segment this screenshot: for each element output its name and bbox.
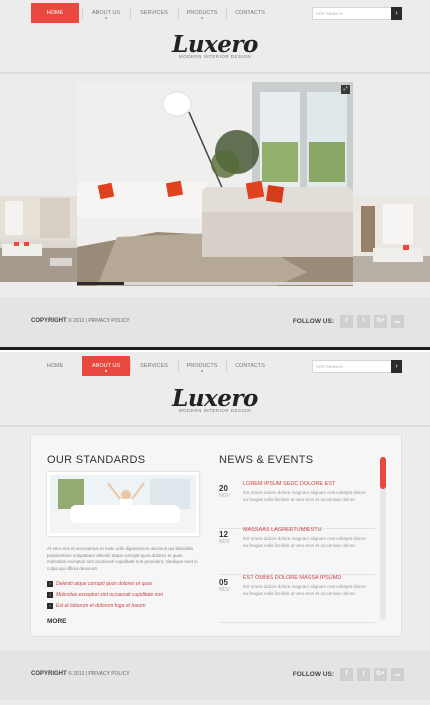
nav-about-us[interactable]: ABOUT US <box>82 356 130 376</box>
footer-1: COPYRIGHT © 2013 | PRIVACY POLICY FOLLOW… <box>0 297 430 347</box>
living-room-image <box>0 196 77 282</box>
google-plus-icon[interactable]: G+ <box>374 668 387 681</box>
nav-products[interactable]: PRODUCTS <box>178 356 226 376</box>
copyright: COPYRIGHT © 2013 | PRIVACY POLICY <box>31 318 130 324</box>
search-button[interactable]: › <box>391 7 402 20</box>
news-scrollbar[interactable] <box>380 457 386 620</box>
news-text: Est omnis dolore dolore magnam aliquam e… <box>243 490 366 502</box>
list-item-link[interactable]: Est et laborum et dolorum fuga et harum <box>56 603 146 609</box>
news-day: 20 <box>219 484 228 493</box>
top-nav-2: HOME ABOUT US SERVICES PRODUCTS CONTACTS… <box>0 356 430 376</box>
page-divider-light <box>0 350 430 352</box>
privacy-policy-link[interactable]: © 2013 | PRIVACY POLICY <box>68 318 130 324</box>
bullet-icon: › <box>47 581 53 587</box>
standards-list: › Deleniti atque corrupti quos dolores et… <box>47 580 207 613</box>
woman-relaxing-image <box>50 475 196 533</box>
header-divider <box>0 425 430 427</box>
news-month: NOV <box>219 587 230 593</box>
slider-progress-fill <box>77 282 124 285</box>
copyright: COPYRIGHT © 2013 | PRIVACY POLICY <box>31 671 130 677</box>
copyright-label: COPYRIGHT <box>31 671 67 677</box>
news-title[interactable]: EST OMNIS DOLORE MASSA IPSUMD <box>243 575 341 581</box>
top-nav-1: HOME ABOUT US SERVICES PRODUCTS CONTACTS… <box>0 3 430 23</box>
facebook-icon[interactable]: f <box>340 668 353 681</box>
bullet-icon: › <box>47 603 53 609</box>
logo-tagline: MODERN INTERIOR DESIGN <box>178 54 252 59</box>
slide-prev-image[interactable] <box>0 196 77 282</box>
news-day: 05 <box>219 578 228 587</box>
news-item[interactable]: 05 NOV EST OMNIS DOLORE MASSA IPSUMD Est… <box>219 575 375 623</box>
nav-about-us[interactable]: ABOUT US <box>82 3 130 23</box>
news-day: 12 <box>219 530 228 539</box>
search-input[interactable]: SITE SEARCH <box>312 360 392 373</box>
slide-next-image[interactable] <box>353 196 430 282</box>
bedroom-image <box>353 196 430 282</box>
twitter-icon[interactable]: t <box>357 315 370 328</box>
search-button[interactable]: › <box>391 360 402 373</box>
news-date: 20 NOV <box>219 484 235 499</box>
nav-services[interactable]: SERVICES <box>130 356 178 376</box>
rss-icon[interactable]: rss <box>391 668 404 681</box>
news-date: 05 NOV <box>219 578 235 593</box>
news-title[interactable]: MASSAAS LAGREETUMIESTU <box>243 527 322 533</box>
search-input[interactable]: SITE SEARCH <box>312 7 392 20</box>
follow-us-label: FOLLOW US: <box>292 671 334 678</box>
interior-photo <box>77 82 353 286</box>
news-item[interactable]: 20 NOV LOREM IPSUM SEDC DOLORE EST Est o… <box>219 481 375 529</box>
list-item[interactable]: › Est et laborum et dolorum fuga et harum <box>47 602 207 613</box>
standards-paragraph: At vero eos et accusamus et iusto odio d… <box>47 546 198 571</box>
nav-home[interactable]: HOME <box>31 356 79 376</box>
google-plus-icon[interactable]: G+ <box>374 315 387 328</box>
nav-services[interactable]: SERVICES <box>130 3 178 23</box>
bullet-icon: › <box>47 592 53 598</box>
more-link[interactable]: MORE <box>47 618 67 625</box>
news-scrollbar-thumb[interactable] <box>380 457 386 489</box>
logo[interactable]: Luxero MODERN INTERIOR DESIGN <box>0 387 430 414</box>
footer-2: COPYRIGHT © 2013 | PRIVACY POLICY FOLLOW… <box>0 650 430 700</box>
news-text: Est omnis dolore dolore magnam aliquam e… <box>243 584 366 596</box>
standards-photo <box>47 472 199 536</box>
fullscreen-icon[interactable]: ⤢ <box>341 85 350 94</box>
news-month: NOV <box>219 493 230 499</box>
list-item-link[interactable]: Deleniti atque corrupti quos dolores et … <box>56 581 152 587</box>
facebook-icon[interactable]: f <box>340 315 353 328</box>
standards-heading: OUR STANDARDS <box>47 454 146 466</box>
nav-contacts[interactable]: CONTACTS <box>226 3 274 23</box>
news-month: NOV <box>219 539 230 545</box>
news-date: 12 NOV <box>219 530 235 545</box>
nav-contacts[interactable]: CONTACTS <box>226 356 274 376</box>
header-divider <box>0 72 430 74</box>
news-item[interactable]: 12 NOV MASSAAS LAGREETUMIESTU Est omnis … <box>219 527 375 575</box>
privacy-policy-link[interactable]: © 2013 | PRIVACY POLICY <box>68 671 130 677</box>
follow-us-label: FOLLOW US: <box>292 318 334 325</box>
rss-icon[interactable]: rss <box>391 315 404 328</box>
list-item[interactable]: › Molestias excepturi sint occaecati cupi… <box>47 591 207 602</box>
list-item-link[interactable]: Molestias excepturi sint occaecati cupid… <box>56 592 163 598</box>
list-item[interactable]: › Deleniti atque corrupti quos dolores et… <box>47 580 207 591</box>
news-heading: NEWS & EVENTS <box>219 454 314 466</box>
nav-home[interactable]: HOME <box>31 3 79 23</box>
nav-products[interactable]: PRODUCTS <box>178 3 226 23</box>
news-title[interactable]: LOREM IPSUM SEDC DOLORE EST <box>243 481 335 487</box>
content-panel: OUR STANDARDS At vero eos et accusamus e… <box>30 434 402 637</box>
slide-current-image[interactable]: ⤢ <box>77 82 353 286</box>
slider-progress-bar <box>77 282 353 285</box>
image-slider[interactable]: ⤢ <box>0 82 430 286</box>
logo-tagline: MODERN INTERIOR DESIGN <box>178 408 252 413</box>
twitter-icon[interactable]: t <box>357 668 370 681</box>
news-text: Est omnis dolore dolore magnam aliquam e… <box>243 536 366 548</box>
logo[interactable]: Luxero MODERN INTERIOR DESIGN <box>0 33 430 60</box>
copyright-label: COPYRIGHT <box>31 318 67 324</box>
